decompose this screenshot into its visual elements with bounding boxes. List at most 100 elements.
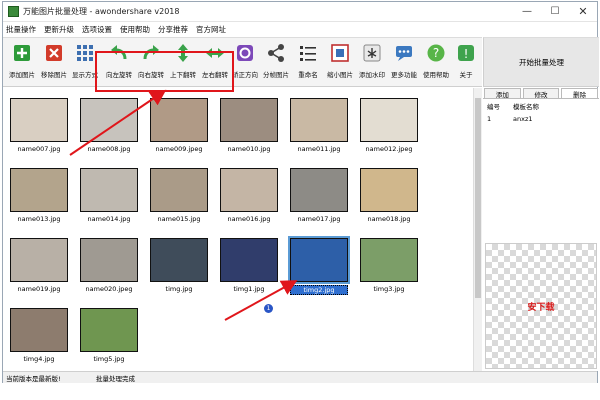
- thumbnail-image: [290, 98, 348, 142]
- thumbnail-caption: timg2.jpg: [290, 285, 348, 295]
- image-thumbnail[interactable]: name020.jpeg: [80, 238, 138, 293]
- template-tabs: 添加 修改 删除: [483, 88, 599, 99]
- app-window: 万能图片批量处理 - awondershare v2018 — ☐ ✕ 批量操作…: [2, 1, 599, 383]
- menu-update[interactable]: 更新升级: [44, 24, 74, 35]
- thumbnail-caption: timg4.jpg: [23, 355, 55, 363]
- window-title: 万能图片批量处理 - awondershare v2018: [23, 7, 180, 16]
- about-icon: !: [455, 42, 477, 64]
- add-image-button[interactable]: 添加图片: [5, 42, 39, 86]
- tab-edit[interactable]: 修改: [522, 88, 560, 99]
- more-features-button[interactable]: 更多功能: [387, 42, 421, 86]
- app-logo-icon: [8, 6, 19, 17]
- about-button[interactable]: ! 关于: [449, 42, 483, 86]
- template-row[interactable]: 1 anxz1: [483, 113, 599, 125]
- help-button[interactable]: ? 使用帮助: [419, 42, 453, 86]
- image-thumbnail[interactable]: name011.jpg: [290, 98, 348, 153]
- thumbnail-image: [80, 308, 138, 352]
- split-frames-label: 分帧图片: [263, 71, 289, 79]
- thumbnail-image: [150, 98, 208, 142]
- more-features-label: 更多功能: [391, 71, 417, 79]
- image-thumbnail[interactable]: name018.jpg: [360, 168, 418, 223]
- image-thumbnail[interactable]: name014.jpg: [80, 168, 138, 223]
- add-image-icon: [11, 42, 33, 64]
- image-thumbnail[interactable]: name015.jpg: [150, 168, 208, 223]
- image-thumbnail[interactable]: name008.jpg: [80, 98, 138, 153]
- image-thumbnail[interactable]: name019.jpg: [10, 238, 68, 293]
- image-thumbnail[interactable]: name012.jpeg: [360, 98, 418, 153]
- shrink-image-button[interactable]: 缩小图片: [323, 42, 357, 86]
- menu-bar: 批量操作 更新升级 选项设置 使用帮助 分享推荐 官方网址: [3, 22, 597, 36]
- thumbnail-image: [360, 98, 418, 142]
- rotation-tools-highlight: [95, 51, 234, 92]
- tab-delete[interactable]: 删除: [561, 88, 599, 99]
- scrollbar-thumb[interactable]: [475, 98, 481, 298]
- start-batch-button[interactable]: 开始批量处理: [483, 37, 599, 87]
- watermark-preview-text: 安下载: [527, 303, 555, 313]
- tab-add[interactable]: 添加: [484, 88, 521, 99]
- thumbnail-caption: timg3.jpg: [373, 285, 405, 293]
- maximize-button[interactable]: ☐: [541, 2, 569, 22]
- thumbnail-image: [220, 168, 278, 212]
- thumbnail-caption: name009.jpeg: [155, 145, 203, 153]
- thumbnail-caption: name007.jpg: [17, 145, 61, 153]
- image-thumbnail[interactable]: name016.jpg: [220, 168, 278, 223]
- image-gallery: name007.jpg name008.jpg name009.jpeg nam…: [3, 88, 482, 371]
- remove-image-label: 移除图片: [41, 71, 67, 79]
- menu-batch[interactable]: 批量操作: [6, 24, 36, 35]
- image-thumbnail[interactable]: timg5.jpg: [80, 308, 138, 363]
- help-icon: ?: [425, 42, 447, 64]
- toolbar: 添加图片 移除图片 显示方式 向左旋转 向右旋转 上下翻转 左右翻转 矫正方向: [3, 37, 482, 87]
- minimize-button[interactable]: —: [513, 2, 541, 22]
- thumbnail-caption: timg1.jpg: [233, 285, 265, 293]
- image-thumbnail[interactable]: name010.jpg: [220, 98, 278, 153]
- close-button[interactable]: ✕: [569, 2, 597, 22]
- menu-settings[interactable]: 选项设置: [82, 24, 112, 35]
- thumbnail-image: [80, 98, 138, 142]
- thumbnail-caption: name015.jpg: [157, 215, 201, 223]
- split-frames-button[interactable]: 分帧图片: [259, 42, 293, 86]
- thumbnail-caption: name013.jpg: [17, 215, 61, 223]
- image-thumbnail[interactable]: timg.jpg: [150, 238, 208, 293]
- watermark-button[interactable]: 添加水印: [355, 42, 389, 86]
- thumbnail-image: [10, 168, 68, 212]
- thumbnail-image: [10, 238, 68, 282]
- thumbnail-caption: name008.jpg: [87, 145, 131, 153]
- thumbnail-image: [220, 98, 278, 142]
- thumbnail-image: [150, 168, 208, 212]
- image-thumbnail[interactable]: timg4.jpg: [10, 308, 68, 363]
- step-badge: 1: [264, 304, 273, 313]
- add-image-label: 添加图片: [9, 71, 35, 79]
- menu-share[interactable]: 分享推荐: [158, 24, 188, 35]
- thumbnail-image: [288, 236, 350, 284]
- thumbnail-image: [360, 238, 418, 282]
- thumbnail-image: [80, 238, 138, 282]
- title-bar: 万能图片批量处理 - awondershare v2018 — ☐ ✕: [3, 2, 597, 22]
- image-thumbnail[interactable]: name009.jpeg: [150, 98, 208, 153]
- template-table-header: 编号 模板名称: [483, 99, 599, 113]
- image-thumbnail[interactable]: name017.jpg: [290, 168, 348, 223]
- menu-website[interactable]: 官方网址: [196, 24, 226, 35]
- remove-image-button[interactable]: 移除图片: [37, 42, 71, 86]
- shrink-image-icon: [329, 42, 351, 64]
- more-features-icon: [393, 42, 415, 64]
- gallery-scrollbar[interactable]: [473, 88, 482, 371]
- menu-help[interactable]: 使用帮助: [120, 24, 150, 35]
- thumbnail-image: [220, 238, 278, 282]
- thumbnail-image: [290, 168, 348, 212]
- about-label: 关于: [459, 71, 473, 79]
- thumbnail-caption: name019.jpg: [17, 285, 61, 293]
- rename-button[interactable]: 重命名: [291, 42, 325, 86]
- thumbnail-caption: name011.jpg: [297, 145, 341, 153]
- template-preview: 安下载: [485, 243, 597, 369]
- correct-orientation-icon: [234, 42, 256, 64]
- image-thumbnail[interactable]: timg3.jpg: [360, 238, 418, 293]
- template-panel: 添加 修改 删除 编号 模板名称 1 anxz1 安下载: [483, 88, 599, 371]
- status-progress: 批量处理完成: [96, 374, 135, 383]
- image-thumbnail[interactable]: name007.jpg: [10, 98, 68, 153]
- shrink-image-label: 缩小图片: [327, 71, 353, 79]
- image-thumbnail[interactable]: timg1.jpg: [220, 238, 278, 293]
- image-thumbnail-selected[interactable]: timg2.jpg: [288, 236, 350, 295]
- thumbnail-caption: name016.jpg: [227, 215, 271, 223]
- help-label: 使用帮助: [423, 71, 449, 79]
- image-thumbnail[interactable]: name013.jpg: [10, 168, 68, 223]
